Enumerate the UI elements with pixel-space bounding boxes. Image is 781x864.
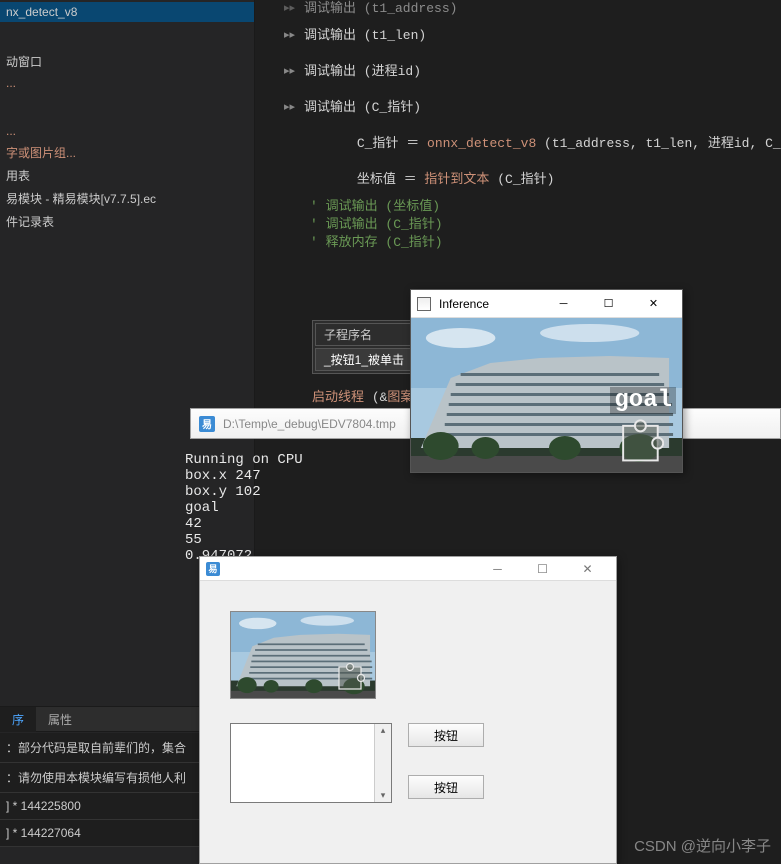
code-line: 调试输出 (t1_address) bbox=[304, 0, 457, 18]
tree-item[interactable]: 用表 bbox=[0, 164, 254, 187]
tree-item[interactable]: 动窗口 bbox=[0, 50, 254, 73]
table-row[interactable]: _按钮1_被单击 bbox=[315, 348, 413, 371]
debug-path: D:\Temp\e_debug\EDV7804.tmp bbox=[223, 417, 396, 431]
e-language-icon: 易 bbox=[199, 416, 215, 432]
window-title: Inference bbox=[439, 297, 489, 311]
inference-window[interactable]: Inference ─ ☐ ✕ goal bbox=[410, 289, 683, 473]
code-comment: ' 调试输出 (坐标值) bbox=[310, 198, 440, 216]
button-2[interactable]: 按钮 bbox=[408, 775, 484, 799]
file-tree: nx_detect_v8 动窗口 ... ... 字或图片组... 用表 易模块… bbox=[0, 0, 254, 235]
tree-item[interactable]: ... bbox=[0, 121, 254, 141]
tree-item[interactable]: 字或图片组... bbox=[0, 141, 254, 164]
tab-properties[interactable]: 属性 bbox=[36, 707, 84, 732]
inference-image: goal bbox=[411, 318, 682, 472]
puzzle-piece-icon bbox=[620, 418, 664, 462]
minimize-button[interactable]: ─ bbox=[541, 292, 586, 316]
tree-item[interactable]: 件记录表 bbox=[0, 210, 254, 233]
tree-item[interactable]: nx_detect_v8 bbox=[0, 2, 254, 22]
code-line: 调试输出 (C_指针) bbox=[304, 99, 421, 117]
e-language-icon: 易 bbox=[206, 562, 220, 576]
maximize-button[interactable]: ☐ bbox=[520, 559, 565, 579]
maximize-button[interactable]: ☐ bbox=[586, 292, 631, 316]
image-preview bbox=[230, 611, 376, 699]
window-titlebar[interactable]: Inference ─ ☐ ✕ bbox=[411, 290, 682, 318]
text-area[interactable]: ▴▾ bbox=[230, 723, 392, 803]
code-comment: ' 调试输出 (C_指针) bbox=[310, 216, 443, 234]
minimize-button[interactable]: ─ bbox=[475, 559, 520, 579]
code-comment: ' 释放内存 (C_指针) bbox=[310, 234, 443, 252]
subroutine-table[interactable]: 子程序名 _按钮1_被单击 bbox=[312, 320, 416, 374]
button-1[interactable]: 按钮 bbox=[408, 723, 484, 747]
scrollbar[interactable]: ▴▾ bbox=[374, 724, 391, 802]
tree-item[interactable]: 易模块 - 精易模块[v7.7.5].ec bbox=[0, 187, 254, 210]
code-line: 调试输出 (t1_len) bbox=[304, 27, 426, 45]
tree-item[interactable]: ... bbox=[0, 73, 254, 93]
watermark: CSDN @逆向小李子 bbox=[634, 835, 771, 856]
form-window[interactable]: 易 ─ ☐ ✕ ▴▾ 按钮 按钮 bbox=[199, 556, 617, 864]
window-titlebar[interactable]: 易 ─ ☐ ✕ bbox=[200, 557, 616, 581]
code-line: 调试输出 (进程id) bbox=[304, 63, 421, 81]
close-button[interactable]: ✕ bbox=[565, 559, 610, 579]
close-button[interactable]: ✕ bbox=[631, 292, 676, 316]
app-icon bbox=[417, 297, 431, 311]
table-header: 子程序名 bbox=[315, 323, 413, 346]
detection-label: goal bbox=[610, 387, 676, 414]
tab-program[interactable]: 序 bbox=[0, 707, 36, 732]
puzzle-piece-icon bbox=[337, 662, 365, 690]
